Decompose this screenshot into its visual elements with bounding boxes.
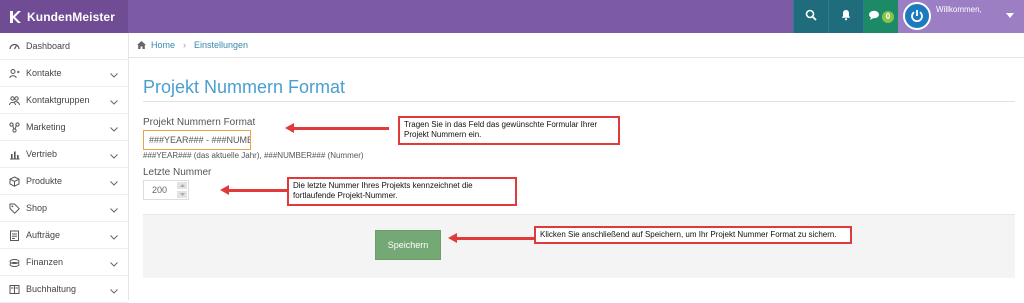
sidebar-item-label: Vertrieb xyxy=(26,149,58,159)
sidebar-item-vertrieb[interactable]: Vertrieb xyxy=(0,141,128,168)
notifications-button[interactable] xyxy=(828,0,863,33)
chevron-down-icon xyxy=(110,178,118,188)
format-label: Projekt Nummern Format xyxy=(143,117,256,128)
divider xyxy=(143,101,1015,102)
orders-icon xyxy=(8,229,20,241)
stepper-down-button[interactable] xyxy=(176,190,188,199)
chevron-down-icon xyxy=(110,259,118,269)
breadcrumb-current-link[interactable]: Einstellungen xyxy=(194,40,248,50)
avatar xyxy=(903,2,931,30)
bell-icon xyxy=(840,8,852,26)
stepper-up-button[interactable] xyxy=(176,181,188,190)
breadcrumb-home-link[interactable]: Home xyxy=(151,40,175,50)
messages-count-badge: 0 xyxy=(882,10,894,23)
annotation-callout-save: Klicken Sie anschließend auf Speichern, … xyxy=(534,226,852,245)
search-icon xyxy=(805,8,817,26)
sidebar-item-auftraege[interactable]: Aufträge xyxy=(0,222,128,249)
sidebar-item-kontaktgruppen[interactable]: Kontaktgruppen xyxy=(0,87,128,114)
sidebar-item-label: Kontakte xyxy=(26,68,62,78)
sidebar-item-produkte[interactable]: Produkte xyxy=(0,168,128,195)
sidebar-item-shop[interactable]: Shop xyxy=(0,195,128,222)
save-button[interactable]: Speichern xyxy=(375,230,441,260)
sidebar: Dashboard Kontakte Kontaktgruppen Market… xyxy=(0,33,129,303)
logo-icon xyxy=(8,10,22,24)
chevron-down-icon xyxy=(110,286,118,296)
annotation-arrow xyxy=(285,123,389,133)
annotation-arrow xyxy=(448,233,534,243)
bookkeeping-icon xyxy=(8,283,20,295)
sidebar-item-finanzen[interactable]: Finanzen xyxy=(0,249,128,276)
sidebar-item-label: Finanzen xyxy=(26,257,64,267)
dashboard-icon xyxy=(8,40,20,52)
user-menu[interactable]: Willkommen, xyxy=(898,0,1024,33)
chevron-down-icon xyxy=(110,232,118,242)
last-number-label: Letzte Nummer xyxy=(143,167,212,178)
sidebar-item-label: Shop xyxy=(26,203,48,213)
annotation-callout-format: Tragen Sie in das Feld das gewünschte Fo… xyxy=(398,116,620,145)
chevron-down-icon xyxy=(110,97,118,107)
marketing-icon xyxy=(8,121,20,133)
contact-groups-icon xyxy=(8,94,20,106)
sidebar-item-label: Produkte xyxy=(26,176,63,186)
welcome-text: Willkommen, xyxy=(936,5,982,14)
top-navbar: KundenMeister 0 Willkommen, xyxy=(0,0,1024,33)
sidebar-item-buchhaltung[interactable]: Buchhaltung xyxy=(0,276,128,303)
form-actions: Speichern xyxy=(143,214,1015,278)
search-button[interactable] xyxy=(793,0,828,33)
contacts-icon xyxy=(8,67,20,79)
chat-icon xyxy=(868,8,880,26)
last-number-stepper[interactable]: 200 xyxy=(143,180,189,200)
stepper-controls xyxy=(176,181,188,199)
sidebar-item-marketing[interactable]: Marketing xyxy=(0,114,128,141)
caret-down-icon xyxy=(1006,13,1014,18)
chevron-down-icon xyxy=(110,205,118,215)
sidebar-item-kontakte[interactable]: Kontakte xyxy=(0,60,128,87)
sales-chart-icon xyxy=(8,148,20,160)
messages-button[interactable]: 0 xyxy=(863,0,898,33)
annotation-callout-last-number: Die letzte Nummer Ihres Projekts kennzei… xyxy=(287,177,517,206)
page-title: Projekt Nummern Format xyxy=(143,77,346,97)
chevron-right-icon: › xyxy=(183,40,187,50)
box-icon xyxy=(8,175,20,187)
sidebar-item-label: Aufträge xyxy=(26,230,61,240)
brand-name: KundenMeister xyxy=(27,9,115,24)
topbar-spacer xyxy=(128,0,793,33)
chevron-down-icon xyxy=(110,124,118,134)
sidebar-item-label: Buchhaltung xyxy=(26,284,77,294)
brand[interactable]: KundenMeister xyxy=(0,0,128,33)
tag-icon xyxy=(8,202,20,214)
main-content: Home › Einstellungen Projekt Nummern For… xyxy=(129,33,1024,300)
sidebar-item-label: Marketing xyxy=(26,122,66,132)
chevron-down-icon xyxy=(110,151,118,161)
last-number-value: 200 xyxy=(152,185,168,195)
breadcrumb: Home › Einstellungen xyxy=(129,33,1024,58)
home-icon xyxy=(137,41,146,49)
money-icon xyxy=(8,256,20,268)
project-number-format-input[interactable]: ###YEAR### - ###NUMBER### xyxy=(143,130,251,150)
annotation-arrow xyxy=(220,185,289,195)
format-hint: ###YEAR### (das aktuelle Jahr), ###NUMBE… xyxy=(143,151,364,160)
sidebar-item-dashboard[interactable]: Dashboard xyxy=(0,33,128,60)
chevron-down-icon xyxy=(110,70,118,80)
sidebar-item-label: Dashboard xyxy=(26,41,71,51)
sidebar-item-label: Kontaktgruppen xyxy=(26,95,90,105)
